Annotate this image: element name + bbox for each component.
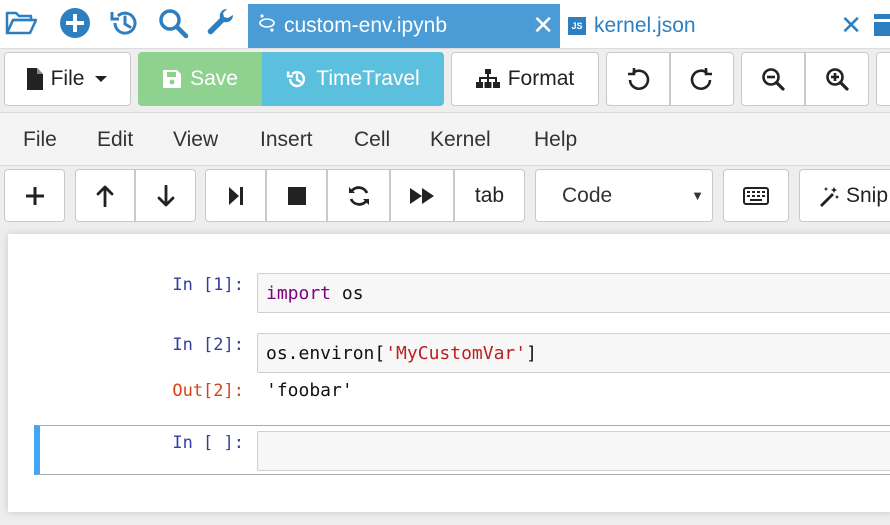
menu-edit[interactable]: Edit [97, 128, 133, 152]
history-icon[interactable] [108, 6, 142, 40]
tab-label: kernel.json [594, 14, 696, 37]
notebook-panel: In [1]: import os In [2]: os.environ['My… [8, 234, 890, 512]
code-cell-input[interactable] [257, 431, 890, 471]
save-button[interactable]: Save [138, 52, 262, 106]
menu-bar: File Edit View Insert Cell Kernel Help [0, 112, 890, 166]
tab-kernel-json[interactable]: JS kernel.json ✕ [562, 4, 882, 48]
cell-output: 'foobar' [266, 380, 353, 401]
code-token: 'MyCustomVar' [385, 343, 527, 364]
format-button[interactable]: Format [451, 52, 599, 106]
sitemap-icon [475, 69, 500, 88]
menu-insert[interactable]: Insert [260, 128, 313, 152]
menu-help[interactable]: Help [534, 128, 577, 152]
notebook-icon [258, 12, 276, 40]
file-label: File [50, 67, 85, 90]
add-icon[interactable] [58, 6, 92, 40]
menu-file[interactable]: File [23, 128, 57, 152]
js-file-icon: JS [568, 17, 586, 35]
stop-kernel-button[interactable] [266, 169, 327, 222]
close-icon[interactable]: ✕ [532, 10, 554, 41]
save-label: Save [190, 67, 238, 90]
input-prompt: In [ ]: [172, 433, 244, 453]
keyboard-shortcuts-button[interactable] [723, 169, 789, 222]
input-prompt: In [1]: [172, 275, 244, 295]
output-prompt: Out[2]: [172, 381, 244, 401]
arrow-down-icon [157, 184, 174, 206]
arrow-up-icon [96, 185, 114, 207]
run-cell-button[interactable] [205, 169, 266, 222]
move-up-button[interactable] [75, 169, 135, 222]
redo-icon [690, 68, 712, 90]
restart-kernel-button[interactable] [327, 169, 390, 222]
code-cell-input[interactable]: import os [257, 273, 890, 313]
tab-completion-button[interactable]: tab [454, 169, 525, 222]
stop-icon [287, 186, 306, 205]
file-icon [26, 68, 43, 90]
zoom-in-button[interactable] [805, 52, 869, 106]
magic-wand-icon [820, 186, 839, 207]
caret-down-icon [95, 76, 108, 82]
code-token: os [331, 283, 364, 304]
cell-type-select[interactable]: Code ▼ [535, 169, 713, 222]
snippets-button[interactable]: Snip [799, 169, 890, 222]
tab-label: custom-env.ipynb [284, 14, 448, 37]
zoom-out-button[interactable] [741, 52, 805, 106]
cell-type-value: Code [562, 184, 613, 207]
settings-icon[interactable] [874, 14, 890, 41]
undo-icon [628, 68, 650, 90]
timetravel-button[interactable]: TimeTravel [262, 52, 444, 106]
input-prompt: In [2]: [172, 335, 244, 355]
timetravel-label: TimeTravel [316, 67, 420, 90]
undo-button[interactable] [606, 52, 670, 106]
history-icon [287, 71, 306, 88]
snippets-label: Snip [846, 183, 889, 207]
zoom-out-icon [762, 68, 785, 91]
redo-button[interactable] [670, 52, 734, 106]
fast-forward-icon [410, 187, 434, 204]
menu-cell[interactable]: Cell [354, 128, 390, 152]
toolbar-overflow-button[interactable] [876, 52, 890, 106]
code-token: import [266, 283, 332, 304]
wrench-icon[interactable] [204, 6, 238, 40]
tab-custom-env[interactable]: custom-env.ipynb ✕ [248, 4, 560, 48]
format-label: Format [507, 67, 575, 90]
run-all-button[interactable] [390, 169, 454, 222]
refresh-icon [348, 185, 369, 206]
top-bar: custom-env.ipynb ✕ JS kernel.json ✕ [0, 0, 890, 49]
close-icon[interactable]: ✕ [840, 10, 862, 41]
plus-icon [25, 186, 44, 205]
file-menu-button[interactable]: File [4, 52, 131, 106]
move-down-button[interactable] [135, 169, 196, 222]
code-token: ] [526, 343, 537, 364]
tab-label: tab [474, 183, 505, 207]
insert-cell-button[interactable] [4, 169, 65, 222]
open-folder-icon[interactable] [4, 6, 38, 40]
code-cell-input[interactable]: os.environ['MyCustomVar'] [257, 333, 890, 373]
keyboard-icon [743, 186, 769, 205]
menu-view[interactable]: View [173, 128, 218, 152]
save-icon [163, 70, 182, 88]
search-icon[interactable] [156, 6, 190, 40]
zoom-in-icon [826, 68, 849, 91]
caret-down-icon: ▼ [691, 188, 704, 203]
code-token: os.environ[ [266, 343, 386, 364]
step-forward-icon [228, 186, 243, 205]
menu-kernel[interactable]: Kernel [430, 128, 491, 152]
